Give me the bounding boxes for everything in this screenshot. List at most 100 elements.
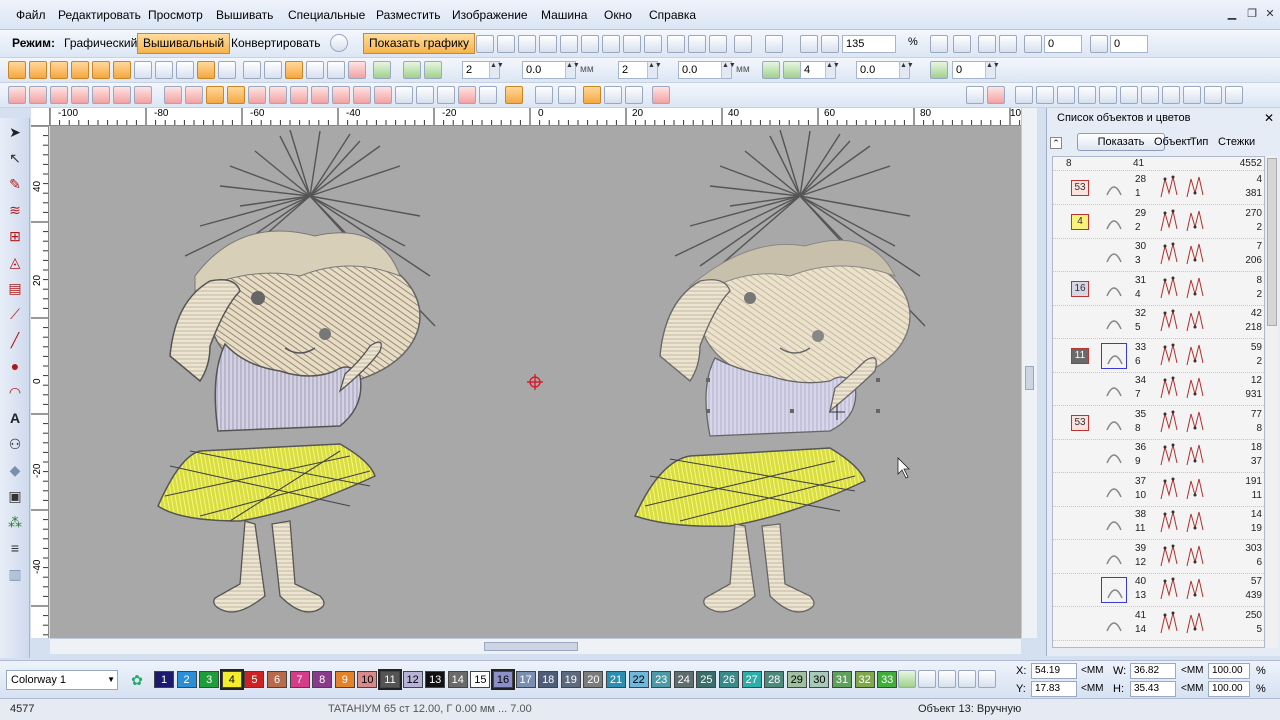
effect-36-icon[interactable] [1078,86,1096,104]
param-b-input[interactable]: 0.0 ▲▼ [522,61,580,79]
param-f-input[interactable]: 0.0 ▲▼ [856,61,914,79]
collapse-all-icon[interactable]: ⌃ [1050,137,1062,149]
slant-angle-icon[interactable] [1090,35,1108,53]
color-swatch-13[interactable]: 13 [425,671,446,688]
color-swatch-19[interactable]: 19 [560,671,581,688]
effect-8-icon[interactable] [164,86,182,104]
align-icon[interactable] [264,61,282,79]
effect-19-icon[interactable] [395,86,413,104]
copy-icon[interactable] [688,35,706,53]
image-icon[interactable] [176,61,194,79]
effect-33-icon[interactable] [1015,86,1033,104]
effect-13-icon[interactable] [269,86,287,104]
bottom-tool-icon[interactable]: ▥ [5,564,25,584]
pattern-icon[interactable] [218,61,236,79]
add-color-icon[interactable] [898,670,916,688]
effect-6-icon[interactable] [113,86,131,104]
print-icon[interactable] [581,35,599,53]
properties-icon[interactable] [644,35,662,53]
color-swatch-22[interactable]: 22 [628,671,649,688]
effect-14-icon[interactable] [290,86,308,104]
select-nodes-icon[interactable] [424,61,442,79]
list-item[interactable]: 30 3 7 206 [1053,238,1264,272]
object-list[interactable]: 8 41 4552 53 28 1 4 381 4 29 2 270 2 30 3 7 206 16 31 4 8… [1052,156,1265,648]
move-icon[interactable] [762,61,780,79]
effect-29-icon[interactable] [625,86,643,104]
width-percent-input[interactable]: 100.00 [1208,663,1250,679]
menu-machine[interactable]: Машина [541,8,587,22]
param-g-input[interactable]: 0 ▲▼ [952,61,1000,79]
people-tool-icon[interactable]: ⚇ [5,434,25,454]
effect-17-icon[interactable] [353,86,371,104]
scale-icon[interactable] [783,61,801,79]
effect-7-icon[interactable] [134,86,152,104]
node-tool-icon[interactable]: ⟋ [5,304,25,324]
frame-tool-icon[interactable]: ▣ [5,486,25,506]
reshape-tool-icon[interactable]: ↖ [5,148,25,168]
filter-icon[interactable] [604,86,622,104]
motif-icon[interactable] [92,61,110,79]
hscroll-thumb[interactable] [484,642,578,651]
panel-scrollbar[interactable] [1266,156,1278,648]
effect-30-icon[interactable] [652,86,670,104]
line-tool-icon[interactable]: ╱ [5,330,25,350]
menu-arrange[interactable]: Разместить [376,8,441,22]
color-group-badge[interactable]: 53 [1071,414,1089,431]
menu-view[interactable]: Просмотр [148,8,203,22]
cross-icon[interactable] [113,61,131,79]
color-swatch-16[interactable]: 16 [491,669,515,690]
color-swatch-18[interactable]: 18 [538,671,559,688]
list-item[interactable]: 4 29 2 270 2 [1053,205,1264,239]
width-input[interactable]: 36.82 [1130,663,1176,679]
rotate-angle-icon[interactable] [1024,35,1042,53]
text-tool-icon[interactable]: A [5,408,25,428]
effect-9-icon[interactable] [185,86,203,104]
effect-40-icon[interactable] [1162,86,1180,104]
undo-icon[interactable] [734,35,752,53]
menu-window[interactable]: Окно [604,8,632,22]
effect-35-icon[interactable] [1057,86,1075,104]
hoop-icon[interactable] [505,86,523,104]
color-swatch-21[interactable]: 21 [606,671,626,688]
effect-22-icon[interactable] [458,86,476,104]
redo-icon[interactable] [765,35,783,53]
rotate-right-icon[interactable] [999,35,1017,53]
list-item[interactable]: 53 35 8 77 8 [1053,406,1264,440]
minimize-icon[interactable]: ▁ [1226,8,1238,20]
list-item[interactable]: 41 14 250 5 [1053,607,1264,641]
effect-15-icon[interactable] [311,86,329,104]
menu-special[interactable]: Специальные [288,8,365,22]
checkbox-icon[interactable] [558,86,576,104]
zoom-input[interactable]: 135 [842,35,896,53]
paste-icon[interactable] [709,35,727,53]
list-item[interactable]: 36 9 18 37 [1053,439,1264,473]
rotate-left-icon[interactable] [978,35,996,53]
reshape-icon[interactable] [403,61,421,79]
circle-tool-icon[interactable]: ● [5,356,25,376]
list-icon[interactable] [285,61,303,79]
effect-43-icon[interactable] [1225,86,1243,104]
color-swatch-30[interactable]: 30 [809,671,830,688]
list-item[interactable]: 40 13 57 439 [1053,573,1264,607]
menu-file[interactable]: Файл [16,8,46,22]
sequence-icon[interactable] [306,61,324,79]
effect-18-icon[interactable] [374,86,392,104]
palette-menu-icon[interactable] [978,670,996,688]
list-item[interactable]: 11 33 6 59 2 [1053,339,1264,373]
cluster-tool-icon[interactable]: ⁂ [5,512,25,532]
list-item[interactable]: 37 10 191 11 [1053,473,1264,507]
new-file-icon[interactable] [476,35,494,53]
color-swatch-28[interactable]: 28 [764,671,785,688]
stitch-tool-icon[interactable]: ≋ [5,200,25,220]
param-e-input[interactable]: 4 ▲▼ [800,61,840,79]
panel-close-icon[interactable]: ✕ [1264,111,1274,125]
vscroll-thumb[interactable] [1025,366,1034,390]
open-file-icon[interactable] [497,35,515,53]
color-swatch-24[interactable]: 24 [673,671,694,688]
effect-38-icon[interactable] [1120,86,1138,104]
tatami-icon[interactable] [50,61,68,79]
color-swatch-2[interactable]: 2 [176,671,197,688]
color-group-badge[interactable]: 53 [1071,180,1089,196]
color-group-badge[interactable]: 16 [1071,280,1089,297]
show-graphic-button[interactable]: Показать графику [363,33,476,54]
